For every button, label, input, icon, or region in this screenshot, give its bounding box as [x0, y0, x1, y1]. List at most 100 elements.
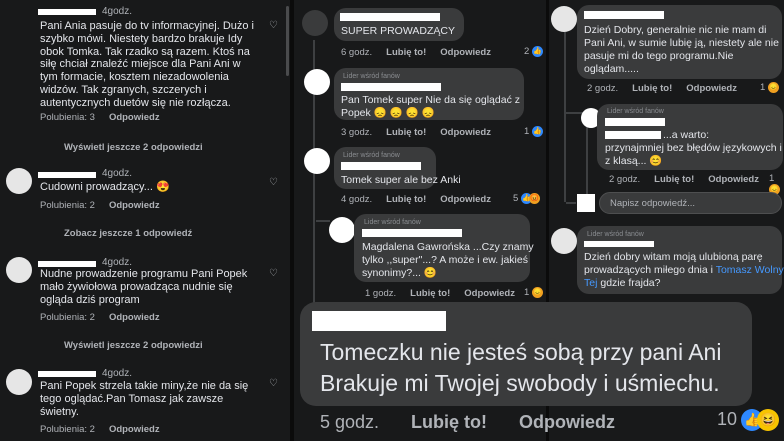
reaction-number: 1 — [769, 173, 775, 184]
heart-icon[interactable]: ♡ — [269, 177, 278, 188]
reply-button[interactable]: Odpowiedz — [109, 112, 160, 123]
like-button[interactable]: Lubię to! — [386, 47, 426, 58]
likes-count[interactable]: Polubienia: 2 — [40, 424, 95, 435]
avatar[interactable] — [304, 69, 330, 95]
heart-icon[interactable]: ♡ — [269, 268, 278, 279]
zoomed-comment-text: Tomeczku nie jesteś sobą przy pani Ani B… — [320, 339, 722, 396]
comment-text: SUPER PROWADZĄCY — [341, 25, 455, 37]
comment-time[interactable]: 1 godz. — [365, 288, 396, 299]
thread-line — [564, 32, 566, 202]
comment-text: Nudne prowadzenie programu Pani Popek ma… — [40, 268, 248, 306]
reply-button[interactable]: Odpowiedz — [109, 312, 160, 323]
avatar[interactable] — [6, 369, 32, 395]
comment-time: 4godz. — [102, 6, 133, 17]
comment-time[interactable]: 2 godz. — [587, 83, 618, 94]
zoomed-comment-actions: 5 godz. Lubię to! Odpowiedz — [320, 412, 647, 433]
like-button[interactable]: Lubię to! — [411, 412, 487, 432]
likes-count[interactable]: Polubienia: 2 — [40, 312, 95, 323]
reply-button[interactable]: Odpowiedz — [519, 412, 615, 432]
left-comments-panel: 4godz. Pani Ania pasuje do tv informacyj… — [0, 0, 290, 441]
comment-text: Cudowni prowadzący... 😍 — [40, 181, 170, 193]
comment-time[interactable]: 5 godz. — [320, 412, 379, 432]
avatar[interactable] — [551, 6, 577, 32]
angry-reaction-icon: 😡 — [528, 193, 540, 204]
reaction-count[interactable]: 1 😞 — [524, 287, 543, 298]
comment-time[interactable]: 2 godz. — [609, 174, 640, 185]
like-reaction-icon: 👍 — [531, 46, 543, 57]
comment-text: Pani Ania pasuje do tv informacyjnej. Du… — [40, 20, 255, 109]
view-more-replies[interactable]: Zobacz jeszcze 1 odpowiedź — [64, 228, 192, 239]
sad-reaction-icon: 😞 — [531, 287, 543, 298]
heart-icon[interactable]: ♡ — [269, 20, 278, 31]
like-button[interactable]: Lubię to! — [632, 83, 672, 94]
top-fan-badge: Lider wśród fanów — [587, 231, 644, 238]
reply-button[interactable]: Odpowiedz — [109, 200, 160, 211]
redacted-name — [605, 118, 665, 126]
reply-button[interactable]: Odpowiedz — [686, 83, 737, 94]
like-reaction-icon: 👍 — [531, 126, 543, 137]
like-button[interactable]: Lubię to! — [654, 174, 694, 185]
comment-text: Pan Tomek super Nie da się oglądać z Pop… — [341, 94, 520, 119]
redacted-name — [341, 162, 421, 170]
avatar[interactable] — [6, 257, 32, 283]
comment-actions: Polubienia: 3 Odpowiedz — [40, 112, 174, 123]
reply-button[interactable]: Odpowiedz — [440, 194, 491, 205]
reply-input[interactable]: Napisz odpowiedź... — [599, 192, 782, 214]
haha-reaction-icon: 😆 — [757, 409, 780, 432]
redacted-name — [584, 241, 654, 247]
comment-text: ...a warto: przynajmniej bez błędów języ… — [605, 129, 782, 167]
redacted-name — [312, 311, 446, 331]
redacted-name — [584, 11, 664, 19]
view-more-replies[interactable]: Wyświetl jeszcze 2 odpowiedzi — [64, 340, 203, 351]
avatar[interactable] — [304, 148, 330, 174]
comment-text: Dzień dobry witam moją ulubioną parę pro… — [584, 251, 784, 290]
comment-actions: 6 godz. Lubię to! Odpowiedz — [341, 47, 505, 58]
avatar[interactable] — [551, 228, 577, 254]
comment-actions: 1 godz. Lubię to! Odpowiedz — [365, 288, 529, 299]
comment-actions: 2 godz. Lubię to! Odpowiedz — [587, 83, 751, 94]
comment-time: 4godz. — [102, 368, 133, 379]
comment-text-part: gdzie frajda? — [597, 277, 661, 289]
comment-actions: Polubienia: 2 Odpowiedz — [40, 424, 174, 435]
redacted-name — [362, 229, 462, 237]
like-button[interactable]: Lubię to! — [410, 288, 450, 299]
reply-button[interactable]: Odpowiedz — [440, 127, 491, 138]
comment-text: Dzień Dobry, generalnie nic nie mam di P… — [584, 24, 779, 75]
reply-button[interactable]: Odpowiedz — [708, 174, 759, 185]
avatar[interactable] — [329, 217, 355, 243]
reaction-count[interactable]: 1 👍 — [524, 126, 543, 137]
avatar[interactable] — [6, 168, 32, 194]
likes-count[interactable]: Polubienia: 2 — [40, 200, 95, 211]
top-fan-badge: Lider wśród fanów — [343, 152, 400, 159]
reaction-number: 10 — [717, 409, 738, 429]
comment-actions: Polubienia: 2 Odpowiedz — [40, 200, 174, 211]
comment-actions: Polubienia: 2 Odpowiedz — [40, 312, 174, 323]
reaction-number: 1 — [524, 287, 530, 299]
comment-time[interactable]: 6 godz. — [341, 47, 372, 58]
thread-line — [316, 220, 330, 222]
comment-time: 4godz. — [102, 168, 133, 179]
comment-time[interactable]: 4 godz. — [341, 194, 372, 205]
zoomed-reaction-count[interactable]: 10 👍😆 — [717, 409, 780, 432]
heart-icon[interactable]: ♡ — [269, 378, 278, 389]
reaction-count[interactable]: 1 😞 — [760, 82, 779, 93]
comment-text: Pani Popek strzela takie miny,że nie da … — [40, 380, 249, 418]
redacted-name — [340, 13, 440, 21]
likes-count[interactable]: Polubienia: 3 — [40, 112, 95, 123]
view-more-replies[interactable]: Wyświetl jeszcze 2 odpowiedzi — [64, 142, 203, 153]
reaction-count[interactable]: 2 👍 — [524, 46, 543, 57]
like-button[interactable]: Lubię to! — [386, 194, 426, 205]
comment-actions: 2 godz. Lubię to! Odpowiedz — [609, 174, 773, 185]
reply-button[interactable]: Odpowiedz — [109, 424, 160, 435]
like-button[interactable]: Lubię to! — [386, 127, 426, 138]
comment-time[interactable]: 3 godz. — [341, 127, 372, 138]
top-fan-badge: Lider wśród fanów — [607, 108, 664, 115]
comment-time: 4godz. — [102, 257, 133, 268]
avatar — [577, 194, 595, 212]
avatar[interactable] — [302, 10, 328, 36]
reaction-count[interactable]: 5 👍😡 — [513, 193, 540, 204]
reply-button[interactable]: Odpowiedz — [464, 288, 515, 299]
reply-button[interactable]: Odpowiedz — [440, 47, 491, 58]
scrollbar[interactable] — [286, 6, 289, 76]
thread-line — [566, 202, 576, 204]
